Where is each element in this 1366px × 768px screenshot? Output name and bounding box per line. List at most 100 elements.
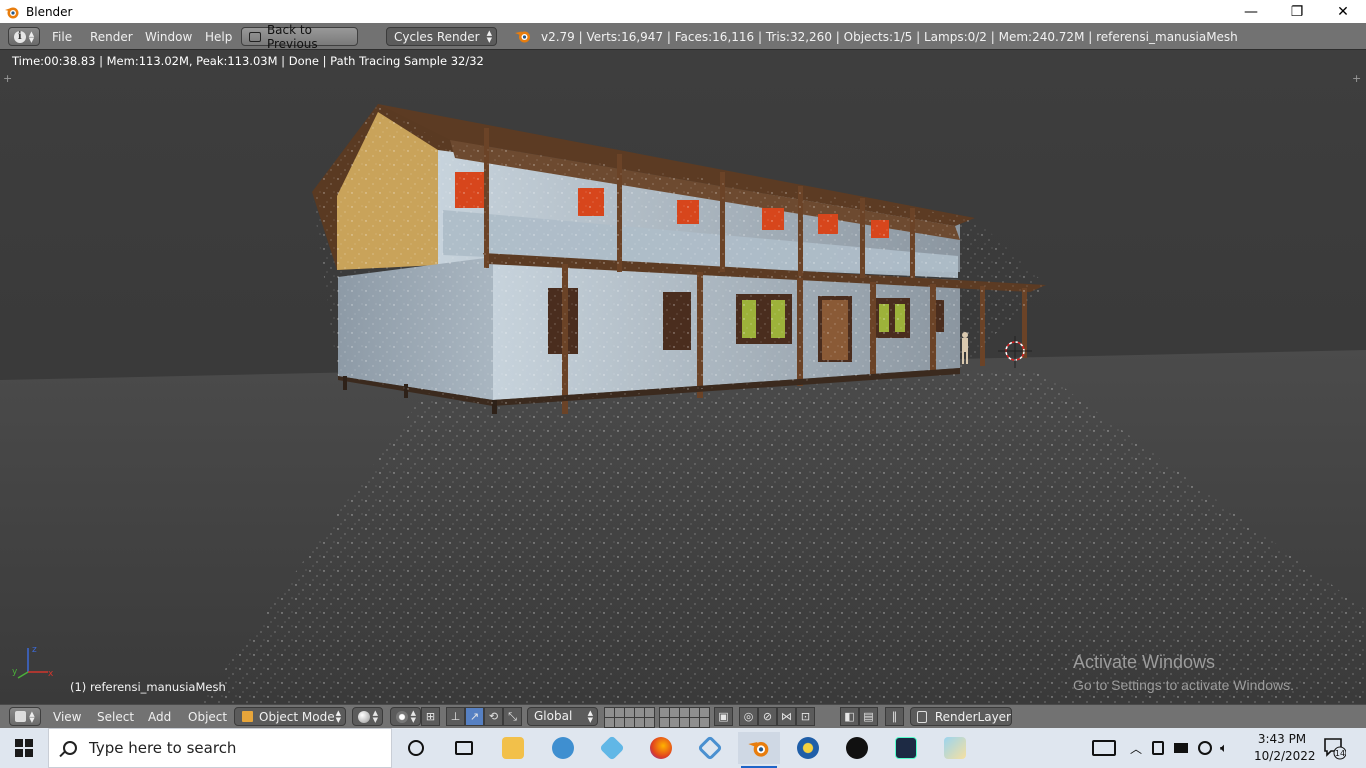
layer-grid-2[interactable] <box>659 707 710 728</box>
close-button[interactable]: ✕ <box>1320 0 1366 23</box>
chevron-up-icon[interactable]: ︿ <box>1130 740 1142 757</box>
windows-taskbar: Type here to search ︿ 🔈︎ 3:43 PM 10/2/20… <box>0 728 1366 768</box>
render-layer-value: RenderLayer <box>934 709 1011 724</box>
menu-select[interactable]: Select <box>97 710 134 724</box>
cortana-icon[interactable] <box>395 732 437 764</box>
dropdown-arrows-icon: ▲ ▼ <box>486 29 492 44</box>
rendered-scene <box>0 104 1366 704</box>
snap-element-icon[interactable]: ⋈ <box>777 707 796 726</box>
battery-icon[interactable] <box>1174 743 1189 753</box>
area-split-corner-tr[interactable]: + <box>1352 72 1361 85</box>
transform-orientation-value: Global <box>534 709 573 723</box>
activate-title: Activate Windows <box>1073 652 1216 672</box>
scale-manipulator-icon[interactable]: ⤡ <box>503 707 522 726</box>
manipulator-toggle-icon[interactable]: ⊞ <box>421 707 440 726</box>
notification-icon: 14 <box>1324 738 1347 760</box>
minimize-button[interactable]: — <box>1228 0 1274 23</box>
pivot-point-select[interactable]: ▲ ▼ <box>390 707 421 726</box>
window-title: Blender <box>26 4 73 19</box>
task-view-icon[interactable] <box>443 732 485 764</box>
usb-device-icon[interactable] <box>1152 741 1165 755</box>
restore-button[interactable]: ❐ <box>1274 0 1320 23</box>
3d-view-header: ▲ ▼ View Select Add Object Object Mode ▲ ▼… <box>0 704 1366 728</box>
render-layer-select[interactable]: RenderLayer <box>910 707 1012 726</box>
back-to-previous-label: Back to Previous <box>266 22 318 51</box>
menu-help[interactable]: Help <box>205 30 232 44</box>
proportional-editing-icon[interactable]: ◎ <box>739 707 758 726</box>
notification-center-button[interactable]: 14 <box>1322 736 1347 760</box>
sketch-app-icon[interactable] <box>689 732 731 764</box>
snip-app-icon[interactable] <box>591 732 633 764</box>
info-header: i ▲ ▼ File Render Window Help Back to Pre… <box>0 23 1366 51</box>
network-globe-icon[interactable] <box>1198 741 1213 755</box>
manipulator-widget-icon[interactable]: ⊥ <box>446 707 465 726</box>
render-layer-icon <box>917 710 927 723</box>
dropdown-arrows-icon: ▲ ▼ <box>587 709 593 724</box>
up-down-arrows-icon: ▲ ▼ <box>29 709 35 724</box>
search-placeholder: Type here to search <box>89 739 237 757</box>
snap-target-icon[interactable]: ⊡ <box>796 707 815 726</box>
layer-grid-1[interactable] <box>604 707 655 728</box>
editor-type-button[interactable]: ▲ ▼ <box>9 707 41 726</box>
axis-z-label: z <box>32 645 37 655</box>
transform-orientation-select[interactable]: Global ▲ ▼ <box>527 707 598 726</box>
media-app-icon[interactable] <box>787 732 829 764</box>
windows-logo-icon <box>15 739 33 757</box>
activate-windows-watermark: Activate Windows Go to Settings to activ… <box>1073 652 1294 693</box>
dark-app-icon[interactable] <box>885 732 927 764</box>
viewport-shading-select[interactable]: ▲ ▼ <box>352 707 383 726</box>
start-button[interactable] <box>0 728 48 768</box>
scene-stats: v2.79 | Verts:16,947 | Faces:16,116 | Tr… <box>541 30 1238 44</box>
menu-window[interactable]: Window <box>145 30 192 44</box>
dolphin-app-icon[interactable] <box>542 732 584 764</box>
screen-back-icon <box>249 31 261 42</box>
keyboard-layout-icon[interactable] <box>1092 740 1116 756</box>
opengl-render-image-icon[interactable]: ◧ <box>840 707 859 726</box>
pause-render-icon[interactable]: ∥ <box>885 707 904 726</box>
menu-view[interactable]: View <box>53 710 81 724</box>
notification-count: 14 <box>1335 749 1345 758</box>
unreal-engine-icon[interactable] <box>836 732 878 764</box>
snap-toggle-icon[interactable]: ⊘ <box>758 707 777 726</box>
menu-file[interactable]: File <box>52 30 72 44</box>
render-engine-value: Cycles Render <box>394 29 480 44</box>
rotate-manipulator-icon[interactable]: ⟲ <box>484 707 503 726</box>
render-engine-select[interactable]: Cycles Render ▲ ▼ <box>386 27 497 46</box>
clock-date: 10/2/2022 <box>1254 749 1316 763</box>
3d-viewport[interactable]: + + z y x (1) referensi_manusiaMesh Acti… <box>0 50 1366 704</box>
dropdown-arrows-icon: ▲ ▼ <box>410 709 416 724</box>
taskbar-clock[interactable]: 3:43 PM 10/2/2022 <box>1254 731 1316 765</box>
render-status-text: Time:00:38.83 | Mem:113.02M, Peak:113.03… <box>12 54 484 68</box>
firefox-icon[interactable] <box>640 732 682 764</box>
paint-app-icon[interactable] <box>934 732 976 764</box>
active-object-label: (1) referensi_manusiaMesh <box>70 680 226 694</box>
file-explorer-icon[interactable] <box>492 732 534 764</box>
blender-logo-icon <box>515 31 530 43</box>
area-split-corner-tl[interactable]: + <box>3 72 12 85</box>
up-down-arrows-icon: ▲ ▼ <box>28 29 35 44</box>
interaction-mode-select[interactable]: Object Mode ▲ ▼ <box>234 707 346 726</box>
axis-gizmo-icon: z y x <box>12 645 54 679</box>
3d-view-icon <box>15 711 27 722</box>
window-titlebar: Blender — ❐ ✕ <box>0 0 1366 23</box>
blender-icon[interactable] <box>738 732 780 768</box>
translate-manipulator-icon[interactable]: ↗ <box>465 707 484 726</box>
interaction-mode-value: Object Mode <box>259 709 335 724</box>
system-tray: ︿ 🔈︎ <box>1092 728 1228 768</box>
editor-type-button[interactable]: i ▲ ▼ <box>8 27 40 46</box>
search-icon <box>63 741 77 755</box>
shading-sphere-icon <box>358 711 370 723</box>
opengl-render-animation-icon[interactable]: ▤ <box>859 707 878 726</box>
blender-app-icon <box>5 7 19 18</box>
volume-icon[interactable]: 🔈︎ <box>1220 741 1228 756</box>
back-to-previous-button[interactable]: Back to Previous <box>241 23 358 51</box>
pivot-icon <box>396 711 408 723</box>
menu-object[interactable]: Object <box>188 710 227 724</box>
object-mode-icon <box>242 711 253 722</box>
taskbar-search-box[interactable]: Type here to search <box>48 728 392 768</box>
lock-camera-layers-icon[interactable]: ▣ <box>714 707 733 726</box>
menu-add[interactable]: Add <box>148 710 171 724</box>
menu-render[interactable]: Render <box>90 30 133 44</box>
dropdown-arrows-icon: ▲ ▼ <box>335 709 341 724</box>
activate-subtitle: Go to Settings to activate Windows. <box>1073 677 1294 693</box>
